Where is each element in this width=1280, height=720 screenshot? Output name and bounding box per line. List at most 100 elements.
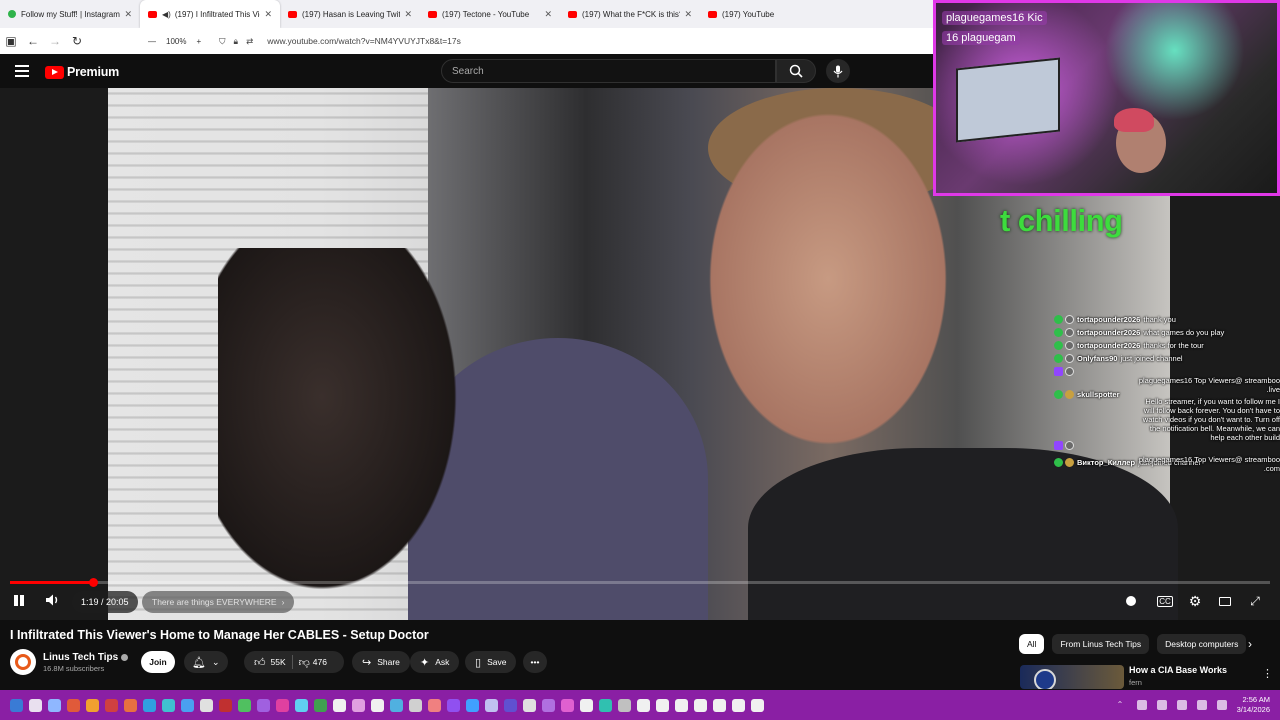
chevron-up-icon[interactable]: ⌃ <box>1117 700 1127 710</box>
taskbar-app-icon[interactable] <box>390 698 403 712</box>
clock[interactable]: 2:56 AM 3/14/2026 <box>1237 695 1270 715</box>
sidebar-toggle-icon[interactable]: ▣ <box>0 34 22 48</box>
menu-icon[interactable] <box>15 65 29 80</box>
related-title[interactable]: How a CIA Base Works <box>1129 665 1227 675</box>
dislike-button[interactable]: 👎︎ 476 <box>299 656 327 669</box>
taskbar-app-icon[interactable] <box>428 698 441 712</box>
chip-all[interactable]: All <box>1019 634 1045 654</box>
taskbar-search-icon[interactable] <box>29 698 42 712</box>
captions-button[interactable]: CC <box>1156 593 1174 609</box>
windows-start-icon[interactable] <box>10 698 23 712</box>
taskbar-app-icon[interactable] <box>637 698 650 712</box>
fullscreen-button[interactable]: ⤢ <box>1246 593 1264 609</box>
taskbar-app-icon[interactable] <box>409 698 422 712</box>
taskbar-app-icon[interactable] <box>143 698 156 712</box>
taskbar-app-icon[interactable] <box>257 698 270 712</box>
taskbar-app-icon[interactable] <box>276 698 289 712</box>
ask-button[interactable]: ✦ Ask <box>410 651 460 673</box>
zoom-out-button[interactable]: — <box>148 37 156 46</box>
battery-icon[interactable] <box>1216 700 1227 710</box>
share-button[interactable]: ↪ Share <box>352 651 410 673</box>
zoom-in-button[interactable]: + <box>196 37 201 46</box>
progress-scrubber[interactable] <box>89 578 99 587</box>
channel-avatar[interactable] <box>10 649 36 675</box>
more-actions-button[interactable]: ••• <box>523 651 547 673</box>
chip-from-channel[interactable]: From Linus Tech Tips <box>1052 634 1150 654</box>
volume-icon[interactable] <box>1196 700 1207 710</box>
browser-tab[interactable]: (197) Hasan is Leaving Twitch... ✕ <box>280 0 420 28</box>
taskbar-app-icon[interactable] <box>447 698 460 712</box>
taskbar-app-icon[interactable] <box>200 698 213 712</box>
close-tab-icon[interactable]: ✕ <box>544 9 552 20</box>
taskbar-app-icon[interactable] <box>371 698 384 712</box>
more-vertical-icon[interactable]: ⋮ <box>1262 667 1273 680</box>
browser-tab[interactable]: (197) YouTube <box>700 0 840 28</box>
back-button[interactable]: ← <box>22 34 44 48</box>
chapter-button[interactable]: There are things EVERYWHERE › <box>142 591 295 613</box>
taskbar-app-icon[interactable] <box>656 698 669 712</box>
taskbar-app-icon[interactable] <box>48 698 61 712</box>
like-button[interactable]: 👍︎ 55K <box>254 656 286 669</box>
taskbar-app-icon[interactable] <box>67 698 80 712</box>
join-button[interactable]: Join <box>141 651 175 673</box>
chip-desktop-computers[interactable]: Desktop computers <box>1157 634 1247 654</box>
taskbar-app-icon[interactable] <box>466 698 479 712</box>
taskbar-app-icon[interactable] <box>86 698 99 712</box>
taskbar-app-icon[interactable] <box>333 698 346 712</box>
taskbar-app-icon[interactable] <box>732 698 745 712</box>
miniplayer-button[interactable] <box>1216 593 1234 609</box>
taskbar-app-icon[interactable] <box>124 698 137 712</box>
taskbar-app-icon[interactable] <box>580 698 593 712</box>
close-tab-icon[interactable]: ✕ <box>684 9 692 20</box>
reload-button[interactable]: ↻ <box>66 34 88 48</box>
youtube-logo[interactable]: Premium <box>45 65 119 79</box>
related-video[interactable]: How a CIA Base Works fern <box>1020 665 1227 689</box>
taskbar-app-icon[interactable] <box>504 698 517 712</box>
taskbar-app-icon[interactable] <box>675 698 688 712</box>
taskbar-app-icon[interactable] <box>352 698 365 712</box>
autoplay-toggle[interactable] <box>1122 593 1140 609</box>
pause-button[interactable] <box>12 594 26 608</box>
taskbar-app-icon[interactable] <box>561 698 574 712</box>
url-field[interactable]: ⛉ 🔒︎ ⇄ www.youtube.com/watch?v=NM4YVUYJT… <box>219 36 461 47</box>
browser-tab[interactable]: (197) Tectone - YouTube ✕ <box>420 0 560 28</box>
close-tab-icon[interactable]: ✕ <box>404 9 412 20</box>
taskbar-app-icon[interactable] <box>295 698 308 712</box>
voice-search-button[interactable] <box>826 59 850 83</box>
taskbar-app-icon[interactable] <box>314 698 327 712</box>
taskbar-app-icon[interactable] <box>238 698 251 712</box>
taskbar-app-icon[interactable] <box>542 698 555 712</box>
taskbar-app-icon[interactable] <box>713 698 726 712</box>
network-icon[interactable] <box>1176 700 1187 710</box>
taskbar-app-icon[interactable] <box>181 698 194 712</box>
browser-tab[interactable]: Follow my Stuff! | Instagram, Tik ✕ <box>0 0 140 28</box>
browser-tab-active[interactable]: ◀) (197) I Infiltrated This Viewer's ✕ <box>140 0 280 28</box>
lock-icon[interactable]: 🔒︎ <box>234 36 239 47</box>
search-button[interactable] <box>776 59 816 83</box>
taskbar-app-icon[interactable] <box>694 698 707 712</box>
close-tab-icon[interactable]: ✕ <box>264 9 272 20</box>
taskbar-app-icon[interactable] <box>618 698 631 712</box>
taskbar-app-icon[interactable] <box>751 698 764 712</box>
shield-icon[interactable]: ⛉ <box>219 36 225 47</box>
subscribed-notifications-button[interactable]: 🔔︎ ⌄ <box>184 651 228 673</box>
taskbar-app-icon[interactable] <box>523 698 536 712</box>
taskbar-app-icon[interactable] <box>485 698 498 712</box>
speaker-icon[interactable]: ◀) <box>162 10 171 19</box>
url-text[interactable]: www.youtube.com/watch?v=NM4YVUYJTx8&t=17… <box>267 36 461 46</box>
forward-button[interactable]: → <box>44 34 66 48</box>
taskbar-app-icon[interactable] <box>599 698 612 712</box>
permissions-icon[interactable]: ⇄ <box>246 36 253 47</box>
search-input[interactable] <box>442 60 762 82</box>
taskbar-app-icon[interactable] <box>162 698 175 712</box>
settings-button[interactable]: ⚙ <box>1186 593 1204 609</box>
browser-tab[interactable]: (197) What the F*CK is this?? - Y ✕ <box>560 0 700 28</box>
taskbar-app-icon[interactable] <box>105 698 118 712</box>
related-thumbnail[interactable] <box>1020 665 1124 689</box>
close-tab-icon[interactable]: ✕ <box>124 9 132 20</box>
chevron-right-icon[interactable]: › <box>1248 637 1252 651</box>
taskbar-app-icon[interactable] <box>219 698 232 712</box>
zoom-level[interactable]: 100% <box>166 37 186 46</box>
progress-bar[interactable] <box>10 578 1270 587</box>
microphone-icon[interactable] <box>1156 700 1167 710</box>
